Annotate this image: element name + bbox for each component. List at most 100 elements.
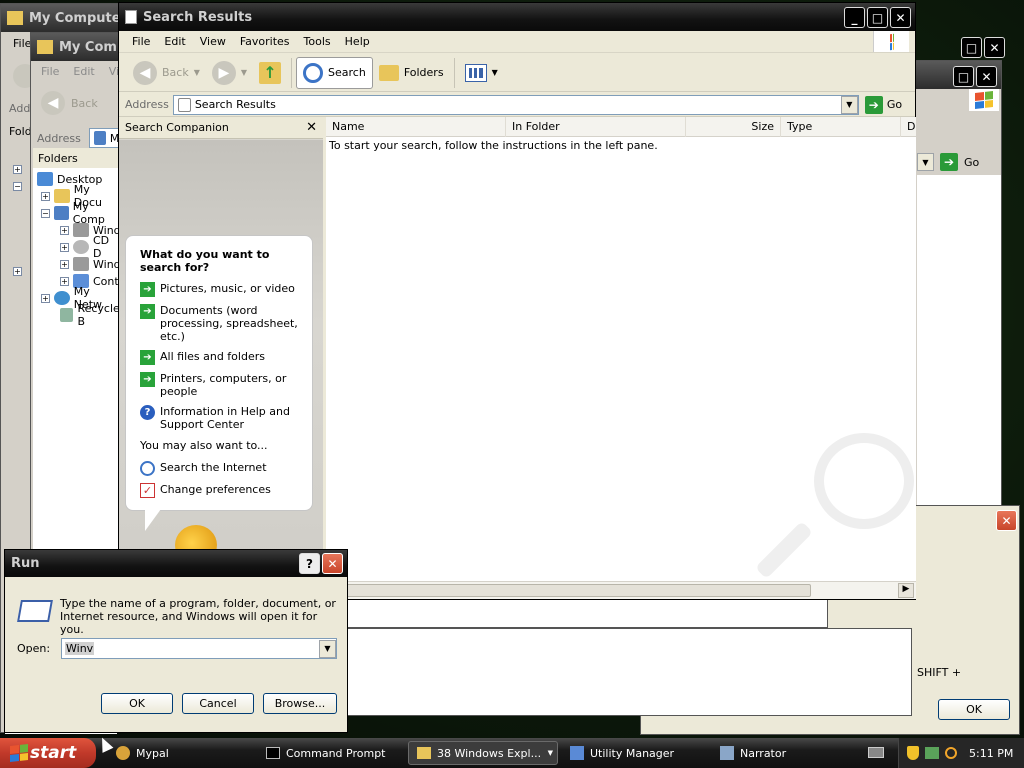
task-command-prompt[interactable]: Command Prompt <box>258 741 398 765</box>
scrollbar-thumb[interactable] <box>326 584 811 597</box>
option-change-preferences[interactable]: ✓ Change preferences <box>140 483 300 498</box>
dropdown-arrow-icon[interactable]: ▼ <box>194 68 200 77</box>
search-companion-pane: Search Companion ✕ What do you want to s… <box>119 117 323 599</box>
menu-file[interactable]: File <box>125 35 157 48</box>
option-help-center[interactable]: ? Information in Help and Support Center <box>140 405 300 431</box>
expand-icon[interactable]: + <box>41 191 50 201</box>
expand-icon[interactable]: + <box>60 276 69 286</box>
menu-favorites[interactable]: Favorites <box>233 35 297 48</box>
option-search-internet[interactable]: Search the Internet <box>140 461 300 476</box>
option-all-files[interactable]: ➔ All files and folders <box>140 350 300 365</box>
close-icon[interactable]: ✕ <box>890 7 911 28</box>
up-folder-button[interactable]: ↑ <box>253 57 287 89</box>
titlebar[interactable]: Search Results <box>119 3 915 31</box>
search-results-icon <box>177 97 191 112</box>
expand-icon[interactable]: + <box>60 225 69 235</box>
security-shield-icon[interactable] <box>907 746 919 760</box>
menu-edit[interactable]: Edit <box>73 65 94 78</box>
narrator-icon <box>720 746 734 760</box>
dropdown-arrow-icon[interactable]: ▼ <box>241 68 247 77</box>
search-tray-icon[interactable] <box>945 747 957 759</box>
internet-search-icon <box>140 461 155 476</box>
tree-item-my-computer[interactable]: − My Comp <box>41 200 121 226</box>
open-combobox[interactable]: Winv ▼ <box>61 638 337 659</box>
tree-expander[interactable]: + <box>13 165 22 174</box>
search-button[interactable]: Search <box>296 56 373 89</box>
folders-button[interactable]: Folders <box>373 57 450 89</box>
column-date[interactable]: D <box>901 117 916 137</box>
back-button[interactable]: ◀ Back ▼ <box>127 57 206 89</box>
menu-help[interactable]: Help <box>338 35 377 48</box>
cancel-button[interactable]: Cancel <box>182 693 254 714</box>
address-dropdown-icon[interactable]: ▼ <box>840 95 858 114</box>
ok-button[interactable]: OK <box>938 699 1010 720</box>
tree-item-drive[interactable]: + Wind <box>60 256 121 272</box>
close-icon[interactable]: ✕ <box>984 37 1005 58</box>
menu-file[interactable]: File <box>41 65 59 78</box>
tree-expander[interactable]: − <box>13 182 22 191</box>
window-frame-behind <box>346 628 912 716</box>
browse-button[interactable]: Browse... <box>263 693 337 714</box>
menu-file[interactable]: File <box>13 37 31 50</box>
tree-item-cd-drive[interactable]: + CD D <box>60 234 121 260</box>
task-utility-manager[interactable]: Utility Manager <box>562 741 702 765</box>
help-icon[interactable]: ? <box>299 553 320 574</box>
open-input[interactable]: Winv <box>65 642 95 655</box>
dropdown-arrow-icon[interactable]: ▼ <box>319 639 336 658</box>
window-title: My Computer <box>29 10 127 26</box>
go-label[interactable]: Go <box>964 156 979 169</box>
expand-icon[interactable]: + <box>60 242 69 252</box>
close-icon[interactable]: ✕ <box>322 553 343 574</box>
folder-icon <box>417 747 431 759</box>
column-size[interactable]: Size <box>686 116 781 137</box>
horizontal-scrollbar[interactable]: ▶ <box>326 581 916 599</box>
address-value: Search Results <box>194 98 276 111</box>
forward-button[interactable]: ▶ ▼ <box>206 57 253 89</box>
task-windows-explorer[interactable]: 38 Windows Expl... ▼ <box>408 741 558 765</box>
menu-tools[interactable]: Tools <box>297 35 338 48</box>
titlebar[interactable]: My Computer <box>1 4 129 32</box>
address-label: Address <box>125 98 169 111</box>
views-button[interactable]: ▼ <box>459 57 504 89</box>
maximize-icon[interactable]: □ <box>953 66 974 87</box>
expand-icon[interactable]: + <box>60 259 69 269</box>
maximize-icon[interactable]: □ <box>961 37 982 58</box>
close-icon[interactable]: ✕ <box>306 120 317 135</box>
option-printers[interactable]: ➔ Printers, computers, or people <box>140 372 300 398</box>
collapse-icon[interactable]: − <box>41 208 50 218</box>
run-dialog: Run ? ✕ Type the name of a program, fold… <box>4 549 348 733</box>
tree-expander[interactable]: + <box>13 267 22 276</box>
option-pictures[interactable]: ➔ Pictures, music, or video <box>140 282 300 297</box>
tree-item-recycle-bin[interactable]: Recycle B <box>60 302 122 328</box>
magnifier-watermark-icon <box>814 433 914 529</box>
start-button[interactable]: start <box>0 738 96 768</box>
close-icon[interactable]: ✕ <box>976 66 997 87</box>
search-label: Search <box>328 66 366 79</box>
titlebar[interactable]: Run <box>5 550 347 577</box>
keyboard-icon[interactable] <box>868 747 884 758</box>
go-arrow-icon[interactable]: ➔ <box>940 153 958 171</box>
go-button[interactable]: ➔ Go <box>859 95 908 114</box>
menu-view[interactable]: View <box>193 35 233 48</box>
task-label: Narrator <box>740 746 787 760</box>
close-icon[interactable]: ✕ <box>996 510 1017 531</box>
column-name[interactable]: Name <box>326 116 506 137</box>
address-dropdown-icon[interactable]: ▼ <box>917 153 934 171</box>
green-arrow-icon: ➔ <box>140 304 155 319</box>
maximize-icon[interactable]: □ <box>867 7 888 28</box>
column-in-folder[interactable]: In Folder <box>506 116 686 137</box>
network-icon[interactable] <box>925 747 939 759</box>
back-button[interactable]: ◀ Back <box>41 91 98 115</box>
option-documents[interactable]: ➔ Documents (word processing, spreadshee… <box>140 304 300 343</box>
task-label: Mypal <box>136 746 169 760</box>
address-field[interactable]: Search Results ▼ <box>172 94 859 115</box>
task-mypal[interactable]: Mypal <box>108 741 248 765</box>
scroll-right-icon[interactable]: ▶ <box>898 583 914 598</box>
expand-icon[interactable]: + <box>41 293 50 303</box>
option-label: Pictures, music, or video <box>160 282 295 295</box>
column-type[interactable]: Type <box>781 116 901 137</box>
task-narrator[interactable]: Narrator <box>712 741 852 765</box>
menu-edit[interactable]: Edit <box>157 35 192 48</box>
ok-button[interactable]: OK <box>101 693 173 714</box>
minimize-icon[interactable]: _ <box>844 7 865 28</box>
